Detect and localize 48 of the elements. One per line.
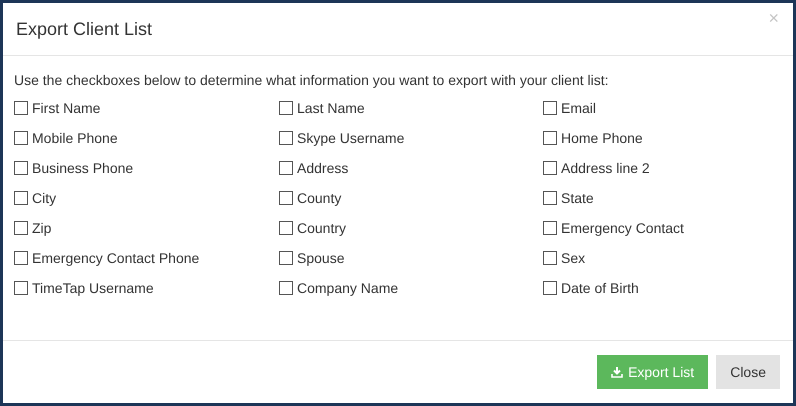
checkbox-label: County bbox=[297, 190, 342, 206]
checkbox-label: Last Name bbox=[297, 100, 365, 116]
checkbox[interactable] bbox=[279, 281, 293, 295]
checkbox[interactable] bbox=[14, 101, 28, 115]
checkbox-label: Sex bbox=[561, 250, 586, 266]
checkbox-label: Emergency Contact bbox=[561, 220, 684, 236]
checkbox[interactable] bbox=[279, 131, 293, 145]
checkbox-label: Skype Username bbox=[297, 130, 404, 146]
checkbox[interactable] bbox=[279, 191, 293, 205]
checkbox[interactable] bbox=[14, 161, 28, 175]
checkbox-label: Date of Birth bbox=[561, 280, 639, 296]
checkbox-label: Email bbox=[561, 100, 596, 116]
checkbox-label: Zip bbox=[32, 220, 52, 236]
checkbox-label: Home Phone bbox=[561, 130, 643, 146]
checkbox-label: Mobile Phone bbox=[32, 130, 118, 146]
checkbox[interactable] bbox=[543, 281, 557, 295]
checkbox[interactable] bbox=[543, 191, 557, 205]
checkbox[interactable] bbox=[14, 251, 28, 265]
instructions-text: Use the checkboxes below to determine what information you want to export with your client list: bbox=[14, 72, 610, 88]
checkbox-label: Company Name bbox=[297, 280, 398, 296]
checkbox[interactable] bbox=[14, 281, 28, 295]
checkbox-label: Emergency Contact Phone bbox=[32, 250, 200, 266]
checkbox-label: Country bbox=[297, 220, 346, 236]
checkbox[interactable] bbox=[14, 221, 28, 235]
checkbox-label: TimeTap Username bbox=[32, 280, 154, 296]
checkbox-label: Address bbox=[297, 160, 348, 176]
checkbox[interactable] bbox=[279, 101, 293, 115]
export-button[interactable]: Export List bbox=[597, 355, 708, 389]
checkbox[interactable] bbox=[279, 251, 293, 265]
checkbox[interactable] bbox=[543, 221, 557, 235]
close-button[interactable]: × bbox=[766, 9, 781, 27]
checkbox[interactable] bbox=[543, 161, 557, 175]
checkbox[interactable] bbox=[543, 131, 557, 145]
checkbox[interactable] bbox=[14, 131, 28, 145]
checkbox[interactable] bbox=[279, 221, 293, 235]
checkbox[interactable] bbox=[543, 101, 557, 115]
checkbox[interactable] bbox=[543, 251, 557, 265]
checkbox-label: Address line 2 bbox=[561, 160, 650, 176]
checkbox-label: Spouse bbox=[297, 250, 344, 266]
checkbox-label: First Name bbox=[32, 100, 100, 116]
checkbox[interactable] bbox=[14, 191, 28, 205]
checkbox[interactable] bbox=[279, 161, 293, 175]
checkbox-label: Business Phone bbox=[32, 160, 134, 176]
download-icon bbox=[611, 366, 624, 378]
checkbox-label: State bbox=[561, 190, 594, 206]
dialog-title: Export Client List bbox=[16, 18, 152, 40]
checkbox-label: City bbox=[32, 190, 56, 206]
close-button[interactable]: Close bbox=[716, 355, 780, 389]
